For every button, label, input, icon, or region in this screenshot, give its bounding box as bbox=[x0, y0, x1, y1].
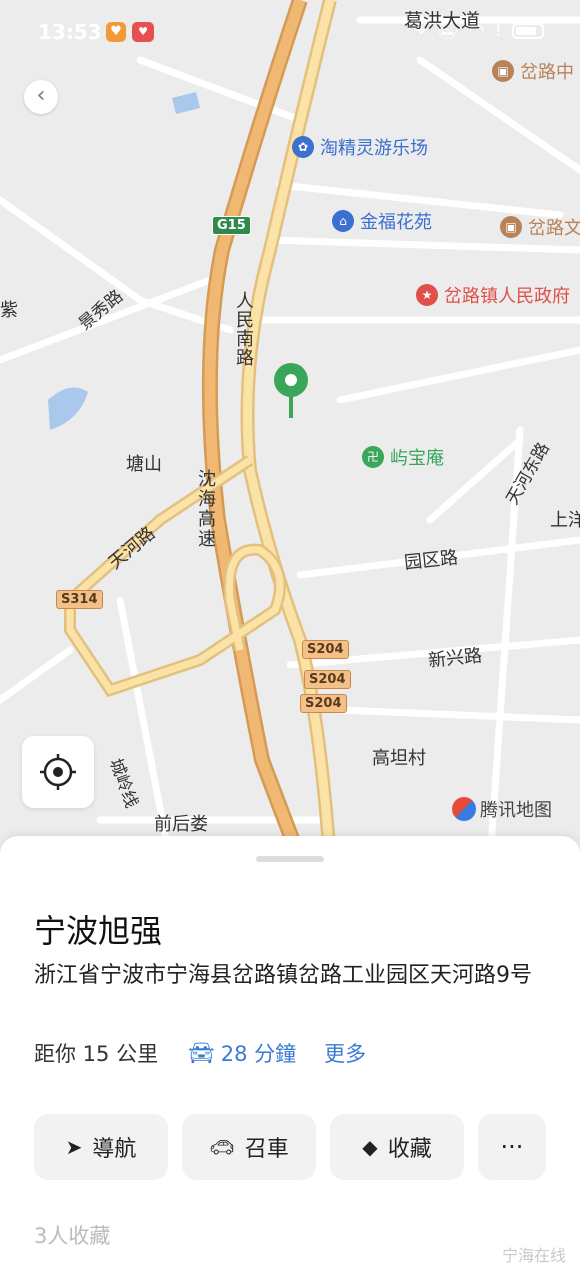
alert-icon: ! bbox=[494, 20, 502, 41]
battery-icon bbox=[512, 22, 544, 39]
drag-handle[interactable] bbox=[256, 856, 324, 862]
route-shield: S204 bbox=[304, 670, 351, 689]
place-detail-sheet: 宁波旭强 浙江省宁波市宁海县岔路镇岔路工业园区天河路9号 距你 15 公里 🚘︎… bbox=[0, 836, 580, 1280]
place-label: 前后娄 bbox=[154, 814, 208, 835]
my-location-button[interactable] bbox=[22, 736, 94, 808]
route-shield: S204 bbox=[300, 694, 347, 713]
route-shield: S204 bbox=[302, 640, 349, 659]
ride-label: 召車 bbox=[244, 1137, 289, 1162]
back-button[interactable]: ‹ bbox=[24, 80, 58, 114]
drive-time-link[interactable]: 🚘︎ 28 分鐘 bbox=[188, 1038, 296, 1068]
home-icon: ⌂ bbox=[332, 210, 354, 232]
favorite-label: 收藏 bbox=[387, 1137, 432, 1162]
star-icon: ★ bbox=[416, 284, 438, 306]
place-title: 宁波旭强 bbox=[34, 912, 163, 950]
poi-culture[interactable]: ▣ 岔路文 bbox=[500, 214, 580, 240]
navigate-button[interactable]: ➤ 導航 bbox=[34, 1114, 168, 1180]
notification-app-icon: ♥ bbox=[106, 22, 126, 42]
ride-button[interactable]: 🚗︎ 召車 bbox=[182, 1114, 316, 1180]
drive-time-label: 28 分鐘 bbox=[220, 1042, 297, 1066]
car-icon: 🚘︎ bbox=[188, 1040, 215, 1065]
ellipsis-icon: ··· bbox=[500, 1133, 524, 1161]
poi-temple[interactable]: 卍 屿宝庵 bbox=[362, 444, 444, 470]
map-provider-label: 腾讯地图 bbox=[480, 800, 552, 821]
favorites-count: 3人收藏 bbox=[34, 1224, 111, 1248]
poi-government[interactable]: ★ 岔路镇人民政府 bbox=[416, 282, 570, 308]
distance-text: 距你 15 公里 bbox=[34, 1042, 159, 1066]
map-canvas bbox=[0, 0, 580, 860]
car-icon: 🚗︎ bbox=[209, 1135, 235, 1159]
poi-school[interactable]: ▣ 岔路中 bbox=[492, 58, 574, 84]
map-view[interactable]: 13:53 ♥ ♥ ⌖ 🔕︎ ◠ ! ‹ 葛洪大道 人民南路 景秀路 沈海高速 … bbox=[0, 0, 580, 860]
road-label: 沈海高速 bbox=[198, 469, 216, 550]
place-label: 紫 bbox=[0, 300, 18, 321]
poi-label: 淘精灵游乐场 bbox=[320, 138, 428, 159]
ferris-wheel-icon: ✿ bbox=[292, 136, 314, 158]
navigate-label: 導航 bbox=[92, 1137, 137, 1162]
favorite-button[interactable]: ◆ 收藏 bbox=[330, 1114, 464, 1180]
road-label: 葛洪大道 bbox=[404, 10, 481, 32]
chevron-left-icon: ‹ bbox=[36, 83, 46, 108]
watermark: 宁海在线 bbox=[501, 1246, 566, 1265]
crosshair-icon bbox=[40, 754, 76, 790]
poi-label: 金福花苑 bbox=[360, 212, 432, 233]
more-options-button[interactable]: ··· bbox=[478, 1114, 546, 1180]
school-icon: ▣ bbox=[492, 60, 514, 82]
place-label: 高坦村 bbox=[372, 748, 426, 769]
poi-label: 岔路文 bbox=[528, 218, 580, 239]
poi-label: 岔路中 bbox=[520, 62, 574, 83]
tencent-map-icon bbox=[452, 797, 476, 821]
place-address: 浙江省宁波市宁海县岔路镇岔路工业园区天河路9号 bbox=[34, 963, 532, 988]
poi-residential[interactable]: ⌂ 金福花苑 bbox=[332, 208, 432, 234]
building-icon: ▣ bbox=[500, 216, 522, 238]
road-label: 人民南路 bbox=[236, 291, 254, 369]
route-shield: G15 bbox=[212, 216, 251, 235]
route-shield: S314 bbox=[56, 590, 103, 609]
status-bar: 13:53 ♥ ♥ ⌖ 🔕︎ ◠ ! bbox=[0, 0, 580, 64]
status-time: 13:53 bbox=[38, 20, 102, 44]
box-icon: ◆ bbox=[362, 1135, 378, 1159]
location-pin-icon bbox=[274, 363, 308, 418]
place-label: 塘山 bbox=[126, 454, 162, 475]
poi-amusement-park[interactable]: ✿ 淘精灵游乐场 bbox=[292, 134, 428, 160]
temple-icon: 卍 bbox=[362, 446, 384, 468]
place-meta: 距你 15 公里 🚘︎ 28 分鐘 更多 bbox=[34, 1038, 366, 1068]
map-provider-logo: 腾讯地图 bbox=[452, 796, 552, 822]
more-link[interactable]: 更多 bbox=[324, 1038, 366, 1068]
navigation-arrow-icon: ➤ bbox=[65, 1135, 83, 1159]
poi-label: 岔路镇人民政府 bbox=[444, 286, 570, 307]
action-bar: ➤ 導航 🚗︎ 召車 ◆ 收藏 ··· bbox=[34, 1114, 546, 1180]
place-label: 上洋 bbox=[550, 510, 580, 531]
poi-label: 屿宝庵 bbox=[390, 448, 444, 469]
notification-app-icon-2: ♥ bbox=[132, 22, 154, 42]
